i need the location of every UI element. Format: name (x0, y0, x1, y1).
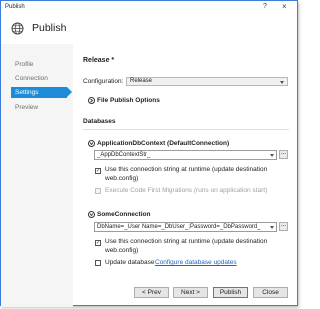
db2-connection-string-input[interactable]: DbName=_User Name=_DbUser_;Password=_DbP… (94, 222, 277, 232)
chevron-down-icon (270, 226, 274, 229)
configuration-value: Release (130, 78, 153, 84)
settings-panel: Release * Configuration: Release File Pu… (73, 44, 297, 307)
prev-button[interactable]: < Prev (134, 287, 169, 298)
next-button[interactable]: Next > (173, 287, 208, 298)
settings-heading: Release * (83, 57, 115, 64)
db2-use-connection-label-line1: Use this connection string at runtime (u… (105, 238, 268, 245)
db1-browse-button[interactable]: ... (279, 150, 288, 159)
db1-use-connection-label-line1: Use this connection string at runtime (u… (105, 166, 268, 173)
publish-dialog: Publish ? × Publish Profile Connection S… (0, 0, 298, 307)
db2-use-connection-label-line2: web.config) (105, 247, 139, 254)
close-button[interactable]: Close (253, 287, 288, 298)
update-database-label: Update database (105, 259, 155, 266)
window-title: Publish (5, 4, 25, 10)
db2-connection-string-value: DbName=_User Name=_DbUser_;Password=_DbP… (97, 224, 261, 230)
header-title: Publish (32, 22, 67, 34)
code-first-migrations-label: Execute Code First Migrations (runs on a… (105, 187, 268, 194)
chevron-down-icon (270, 154, 274, 157)
dialog-header: Publish (1, 14, 297, 44)
db1-use-connection-label-line2: web.config) (105, 175, 139, 182)
file-publish-options-header[interactable]: File Publish Options (97, 97, 160, 105)
databases-heading: Databases (83, 118, 116, 125)
db2-name: SomeConnection (97, 211, 151, 218)
wizard-sidebar: Profile Connection Settings Preview (1, 44, 73, 307)
db1-connection-string-value: _AppDbContextStr_ (97, 152, 151, 158)
configuration-label: Configuration: (83, 78, 124, 85)
db1-connection-string-input[interactable]: _AppDbContextStr_ (94, 150, 277, 160)
code-first-migrations-checkbox[interactable] (95, 188, 101, 194)
db1-name: ApplicationDbContext (DefaultConnection) (97, 140, 230, 147)
configuration-select[interactable]: Release (126, 77, 288, 86)
update-database-checkbox[interactable] (95, 260, 101, 266)
db1-use-connection-checkbox[interactable]: ✓ (95, 168, 101, 174)
collapse-db2-icon[interactable] (88, 211, 95, 218)
expand-file-publish-icon[interactable] (88, 97, 95, 104)
sidebar-item-settings[interactable]: Settings (11, 87, 72, 98)
databases-divider (83, 129, 289, 130)
sidebar-item-preview[interactable]: Preview (11, 102, 65, 113)
collapse-db1-icon[interactable] (88, 140, 95, 147)
sidebar-item-profile[interactable]: Profile (11, 59, 65, 70)
chevron-down-icon (280, 81, 284, 84)
configure-database-updates-link[interactable]: Configure database updates (155, 259, 237, 267)
sidebar-item-connection[interactable]: Connection (11, 73, 65, 84)
publish-button[interactable]: Publish (213, 287, 248, 298)
help-button[interactable]: ? (263, 3, 267, 10)
globe-icon (11, 22, 24, 35)
db2-use-connection-checkbox[interactable]: ✓ (95, 240, 101, 246)
close-window-button[interactable]: × (282, 2, 287, 11)
title-bar: Publish ? × (1, 1, 297, 14)
db2-browse-button[interactable]: ... (279, 222, 288, 231)
